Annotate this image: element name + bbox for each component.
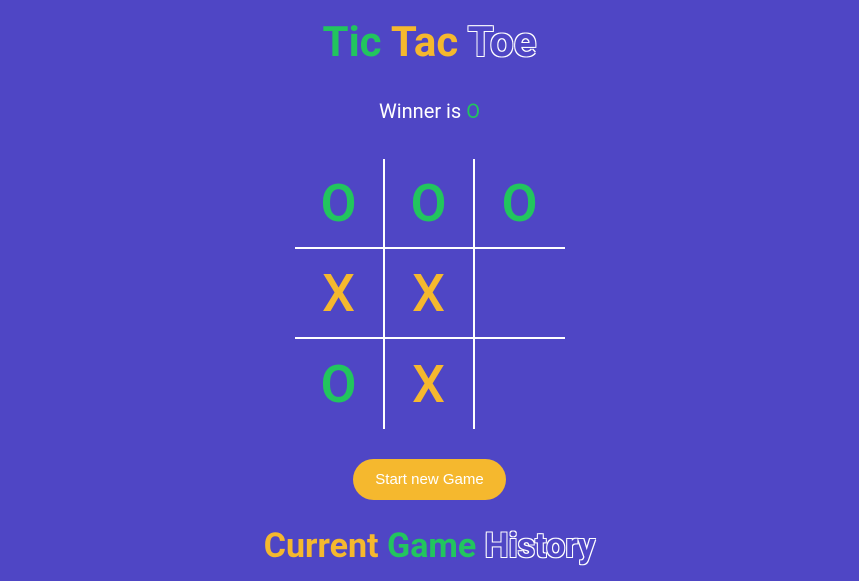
title-word-tic: Tic (323, 18, 382, 67)
board-cell-4[interactable]: X (385, 249, 475, 339)
board-cell-7[interactable]: X (385, 339, 475, 429)
board-cell-3[interactable]: X (295, 249, 385, 339)
board-cell-0[interactable]: O (295, 159, 385, 249)
start-new-game-button[interactable]: Start new Game (353, 459, 505, 500)
status-prefix: Winner is (379, 99, 466, 123)
board-cell-2[interactable]: O (475, 159, 565, 249)
status-winner: O (466, 99, 480, 123)
board-cell-5[interactable] (475, 249, 565, 339)
history-word-history: History (485, 526, 596, 566)
title-word-toe: Toe (468, 18, 537, 67)
history-word-current: Current (264, 526, 379, 566)
board-cell-8[interactable] (475, 339, 565, 429)
game-status: Winner is O (379, 99, 480, 123)
history-title: Current Game History (264, 526, 596, 566)
game-title: Tic Tac Toe (323, 18, 537, 67)
game-board: O O O X X O X (295, 159, 565, 429)
board-cell-6[interactable]: O (295, 339, 385, 429)
history-word-game: Game (387, 526, 476, 566)
board-cell-1[interactable]: O (385, 159, 475, 249)
title-word-tac: Tac (391, 18, 458, 67)
